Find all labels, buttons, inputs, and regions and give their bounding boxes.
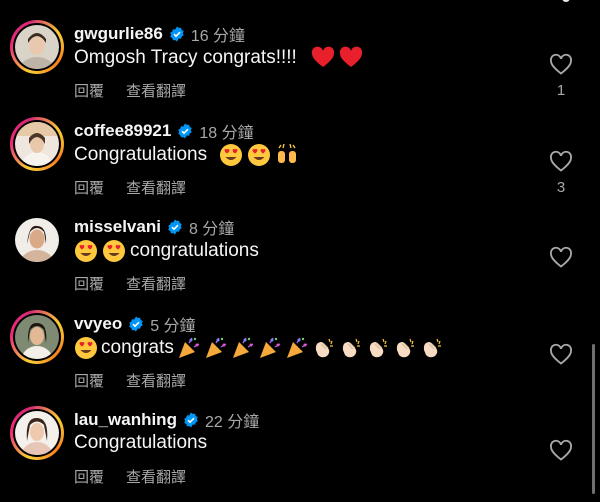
scrollbar[interactable] bbox=[592, 344, 595, 494]
clapping-hands-icon bbox=[315, 338, 333, 358]
username[interactable]: vvyeo bbox=[74, 314, 122, 334]
username[interactable]: misselvani bbox=[74, 217, 161, 237]
username[interactable]: coffee89921 bbox=[74, 121, 171, 141]
timestamp: 22 分鐘 bbox=[204, 414, 260, 431]
heart-eyes-icon bbox=[75, 337, 97, 359]
reply-button[interactable]: 回覆 bbox=[74, 80, 104, 101]
username[interactable]: lau_wanhing bbox=[74, 410, 177, 430]
verified-badge-icon bbox=[178, 123, 193, 139]
timestamp: 18 分鐘 bbox=[199, 125, 254, 142]
comment-text: congratulations bbox=[74, 239, 259, 263]
timestamp: 5 分鐘 bbox=[150, 318, 196, 335]
clapping-hands-icon bbox=[423, 338, 441, 358]
comment-body: Congratulations bbox=[74, 144, 208, 165]
clapping-hands-icon bbox=[342, 338, 360, 358]
heart-like-icon[interactable] bbox=[549, 150, 573, 174]
avatar bbox=[15, 218, 59, 262]
see-translation-button[interactable]: 查看翻譯 bbox=[126, 273, 186, 294]
party-popper-icon bbox=[286, 337, 308, 358]
avatar-story-ring[interactable] bbox=[10, 117, 64, 171]
heart-eyes-icon bbox=[103, 240, 125, 262]
clapping-hands-icon bbox=[369, 338, 387, 358]
timestamp: 16 分鐘 bbox=[190, 28, 246, 45]
reply-button[interactable]: 回覆 bbox=[74, 370, 104, 391]
heart-eyes-icon bbox=[75, 240, 97, 262]
heart-eyes-icon bbox=[220, 144, 243, 166]
username[interactable]: gwgurlie86 bbox=[74, 24, 163, 44]
comment-body: Congratulations bbox=[74, 432, 208, 453]
avatar bbox=[15, 315, 59, 359]
comment-item: misselvani 8 分鐘 congratulations 回覆 查看翻譯 bbox=[0, 213, 600, 309]
heart-like-icon[interactable] bbox=[549, 53, 573, 77]
see-translation-button[interactable]: 查看翻譯 bbox=[126, 370, 186, 391]
avatar bbox=[15, 25, 59, 69]
avatar-story-ring[interactable] bbox=[10, 406, 64, 460]
avatar-container[interactable] bbox=[10, 213, 64, 267]
verified-badge-icon bbox=[129, 316, 143, 332]
avatar bbox=[15, 411, 59, 455]
heart-eyes-icon bbox=[248, 144, 271, 166]
raised-hands-icon bbox=[278, 143, 297, 163]
reply-button[interactable]: 回覆 bbox=[74, 466, 104, 487]
comment-item: vvyeo 5 分鐘 congrats 回覆 查看翻譯 bbox=[0, 310, 600, 406]
comment-body: congrats bbox=[101, 337, 174, 358]
comment-text: Congratulations bbox=[74, 432, 207, 454]
avatar-story-ring[interactable] bbox=[10, 20, 64, 74]
clapping-hands-icon bbox=[396, 338, 414, 358]
avatar bbox=[15, 122, 59, 166]
party-popper-icon bbox=[205, 337, 227, 358]
like-count: 1 bbox=[556, 82, 566, 99]
like-count: 3 bbox=[556, 179, 566, 196]
red-heart-icon bbox=[311, 46, 334, 67]
reply-button[interactable]: 回覆 bbox=[74, 177, 104, 198]
verified-badge-icon bbox=[184, 412, 198, 428]
see-translation-button[interactable]: 查看翻譯 bbox=[126, 177, 186, 198]
verified-badge-icon bbox=[168, 219, 182, 235]
see-translation-button[interactable]: 查看翻譯 bbox=[126, 80, 186, 101]
heart-like-icon[interactable] bbox=[549, 343, 573, 367]
reply-button[interactable]: 回覆 bbox=[74, 273, 104, 294]
cropped-top-icon bbox=[562, 0, 570, 2]
heart-like-icon[interactable] bbox=[549, 246, 573, 270]
comment-body: congratulations bbox=[130, 240, 259, 261]
timestamp: 8 分鐘 bbox=[188, 221, 235, 238]
comment-body: Omgosh Tracy congrats!!!! bbox=[74, 47, 297, 68]
see-translation-button[interactable]: 查看翻譯 bbox=[126, 466, 186, 487]
red-heart-icon bbox=[339, 46, 362, 67]
party-popper-icon bbox=[259, 337, 281, 358]
party-popper-icon bbox=[178, 337, 200, 358]
comment-item: coffee89921 18 分鐘 Congratulations 回覆 查看翻… bbox=[0, 117, 600, 213]
comment-text: congrats bbox=[74, 336, 444, 360]
verified-badge-icon bbox=[170, 26, 184, 42]
party-popper-icon bbox=[232, 337, 254, 358]
comment-text: Congratulations bbox=[74, 143, 299, 167]
comment-text: Omgosh Tracy congrats!!!! bbox=[74, 46, 363, 70]
comment-item: gwgurlie86 16 分鐘 Omgosh Tracy congrats!!… bbox=[0, 20, 600, 116]
avatar-story-ring[interactable] bbox=[10, 310, 64, 364]
comment-item: lau_wanhing 22 分鐘 Congratulations 回覆 查看翻… bbox=[0, 406, 600, 502]
heart-like-icon[interactable] bbox=[549, 439, 573, 463]
